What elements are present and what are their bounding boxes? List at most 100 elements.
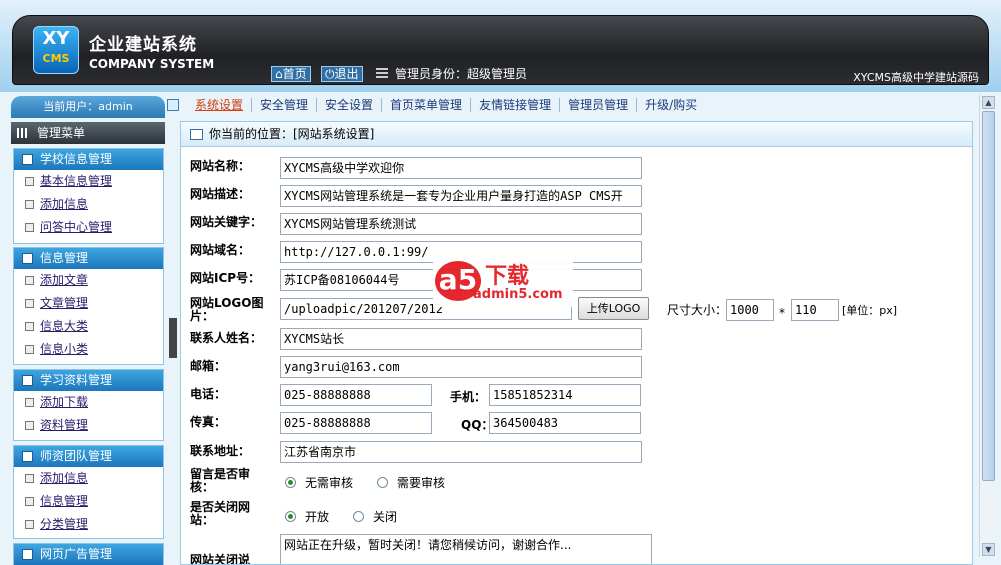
- tab-friend-links[interactable]: 友情链接管理: [471, 98, 561, 112]
- tab-security-management[interactable]: 安全管理: [252, 98, 318, 112]
- menu-item[interactable]: 添加信息: [14, 193, 163, 216]
- tabs-icon: [167, 99, 179, 111]
- site-close-radio[interactable]: [353, 511, 364, 522]
- menu-group-teachers: 师资团队管理 添加信息 信息管理 分类管理: [13, 445, 164, 539]
- window-icon: [190, 129, 203, 140]
- doc-icon: [25, 200, 34, 209]
- size-label: 尺寸大小：: [667, 303, 728, 317]
- current-user-bar: 当前用户：admin: [11, 96, 165, 118]
- tab-home-menu[interactable]: 首页菜单管理: [382, 98, 472, 112]
- menu-group-study: 学习资料管理 添加下载 资料管理: [13, 369, 164, 441]
- qq-input[interactable]: 364500483: [489, 412, 641, 434]
- menu-item[interactable]: 信息管理: [14, 490, 163, 513]
- breadcrumb-text: 你当前的位置：[网站系统设置]: [209, 127, 375, 141]
- logo-icon: XY CMS: [33, 26, 79, 74]
- group-header[interactable]: 师资团队管理: [14, 446, 163, 467]
- menu-group-info: 信息管理 添加文章 文章管理 信息大类 信息小类: [13, 247, 164, 365]
- mobile-input[interactable]: 15851852314: [489, 384, 641, 406]
- review-required-radio[interactable]: [377, 477, 388, 488]
- logo-label-line2: 片：: [190, 309, 215, 323]
- group-header[interactable]: 学习资料管理: [14, 370, 163, 391]
- logout-button[interactable]: ⏻退出: [321, 66, 363, 82]
- menu-item[interactable]: 基本信息管理: [14, 170, 163, 193]
- menu-item-label: 添加文章: [40, 273, 89, 287]
- doc-icon: [25, 345, 34, 354]
- group-icon: [22, 154, 33, 165]
- site-desc-input[interactable]: XYCMS网站管理系统是一套专为企业用户量身打造的ASP CMS开: [280, 185, 642, 207]
- review-required-label: 需要审核: [397, 476, 446, 490]
- menu-item[interactable]: 信息小类: [14, 338, 163, 361]
- tab-system-settings[interactable]: 系统设置: [187, 98, 253, 112]
- breadcrumb: 你当前的位置：[网站系统设置]: [181, 122, 972, 147]
- close-msg-label: 网站关闭说: [190, 553, 251, 565]
- group-icon: [22, 253, 33, 264]
- logo-width-input[interactable]: 1000: [726, 299, 774, 321]
- site-name-label: XYCMS高级中学建站源码: [853, 71, 979, 84]
- site-open-label: 开放: [305, 510, 330, 524]
- logo-height-input[interactable]: 110: [791, 299, 839, 321]
- vertical-scrollbar[interactable]: ▲ ▼: [979, 95, 997, 557]
- doc-icon: [25, 474, 34, 483]
- menu-item-label: 信息管理: [40, 494, 89, 508]
- group-title: 信息管理: [40, 251, 89, 265]
- scroll-down-icon[interactable]: ▼: [982, 543, 995, 556]
- group-title: 网页广告管理: [40, 547, 113, 561]
- menu-item-label: 信息大类: [40, 319, 89, 333]
- menu-item-label: 文章管理: [40, 296, 89, 310]
- menu-item[interactable]: 问答中心管理: [14, 216, 163, 239]
- site-desc-label: 网站描述：: [190, 187, 251, 201]
- scroll-up-icon[interactable]: ▲: [982, 96, 995, 109]
- watermark-text: 下载: [485, 264, 530, 289]
- review-none-radio[interactable]: [285, 477, 296, 488]
- upload-logo-button[interactable]: 上传LOGO: [578, 297, 649, 320]
- top-tabs: 系统设置 安全管理 安全设置 首页菜单管理 友情链接管理 管理员管理 升级/购买: [163, 94, 995, 116]
- group-icon: [22, 451, 33, 462]
- group-header[interactable]: 信息管理: [14, 248, 163, 269]
- brand-title: 企业建站系统: [89, 35, 197, 55]
- close-msg-textarea[interactable]: 网站正在升级，暂时关闭！请您稍候访问，谢谢合作...: [280, 534, 652, 564]
- home-button[interactable]: ⌂首页: [271, 66, 311, 82]
- group-title: 学习资料管理: [40, 373, 113, 387]
- menu-item-label: 添加信息: [40, 197, 89, 211]
- menu-item-label: 基本信息管理: [40, 174, 113, 188]
- menu-item[interactable]: 分类管理: [14, 513, 163, 536]
- keywords-input[interactable]: XYCMS网站管理系统测试: [280, 213, 642, 235]
- phone-input[interactable]: 025-88888888: [280, 384, 432, 406]
- contact-input[interactable]: XYCMS站长: [280, 328, 642, 350]
- group-header[interactable]: 学校信息管理: [14, 149, 163, 170]
- tab-admin-management[interactable]: 管理员管理: [560, 98, 638, 112]
- sidebar-toggle-handle[interactable]: [169, 318, 177, 358]
- doc-icon: [25, 276, 34, 285]
- menu-item-label: 分类管理: [40, 517, 89, 531]
- menu-item[interactable]: 信息大类: [14, 315, 163, 338]
- watermark-url: admin5.com: [473, 287, 563, 302]
- brand-subtitle: COMPANY SYSTEM: [89, 57, 215, 71]
- site-open-radio[interactable]: [285, 511, 296, 522]
- group-title: 学校信息管理: [40, 152, 113, 166]
- site-name-label: 网站名称：: [190, 159, 251, 173]
- menu-group-school: 学校信息管理 基本信息管理 添加信息 问答中心管理: [13, 148, 164, 244]
- menu-item[interactable]: 资料管理: [14, 414, 163, 437]
- mobile-label: 手机：: [450, 390, 487, 404]
- menu-item-label: 信息小类: [40, 342, 89, 356]
- logo-text-bottom: CMS: [42, 52, 70, 65]
- tab-security-settings[interactable]: 安全设置: [317, 98, 383, 112]
- review-label-line2: 核：: [190, 480, 215, 494]
- address-input[interactable]: 江苏省南京市: [280, 441, 642, 463]
- email-input[interactable]: yang3rui@163.com: [280, 356, 642, 378]
- site-name-input[interactable]: XYCMS高级中学欢迎你: [280, 157, 642, 179]
- menu-item[interactable]: 添加文章: [14, 269, 163, 292]
- group-title: 师资团队管理: [40, 449, 113, 463]
- menu-item[interactable]: 添加信息: [14, 467, 163, 490]
- menu-item[interactable]: 添加下载: [14, 391, 163, 414]
- doc-icon: [25, 322, 34, 331]
- menu-item[interactable]: 文章管理: [14, 292, 163, 315]
- menu-grid-icon: [17, 128, 29, 138]
- doc-icon: [25, 398, 34, 407]
- fax-input[interactable]: 025-88888888: [280, 412, 432, 434]
- group-header[interactable]: 网页广告管理: [14, 544, 163, 565]
- doc-icon: [25, 299, 34, 308]
- tab-upgrade[interactable]: 升级/购买: [637, 98, 705, 112]
- doc-icon: [25, 520, 34, 529]
- scroll-thumb[interactable]: [982, 111, 995, 481]
